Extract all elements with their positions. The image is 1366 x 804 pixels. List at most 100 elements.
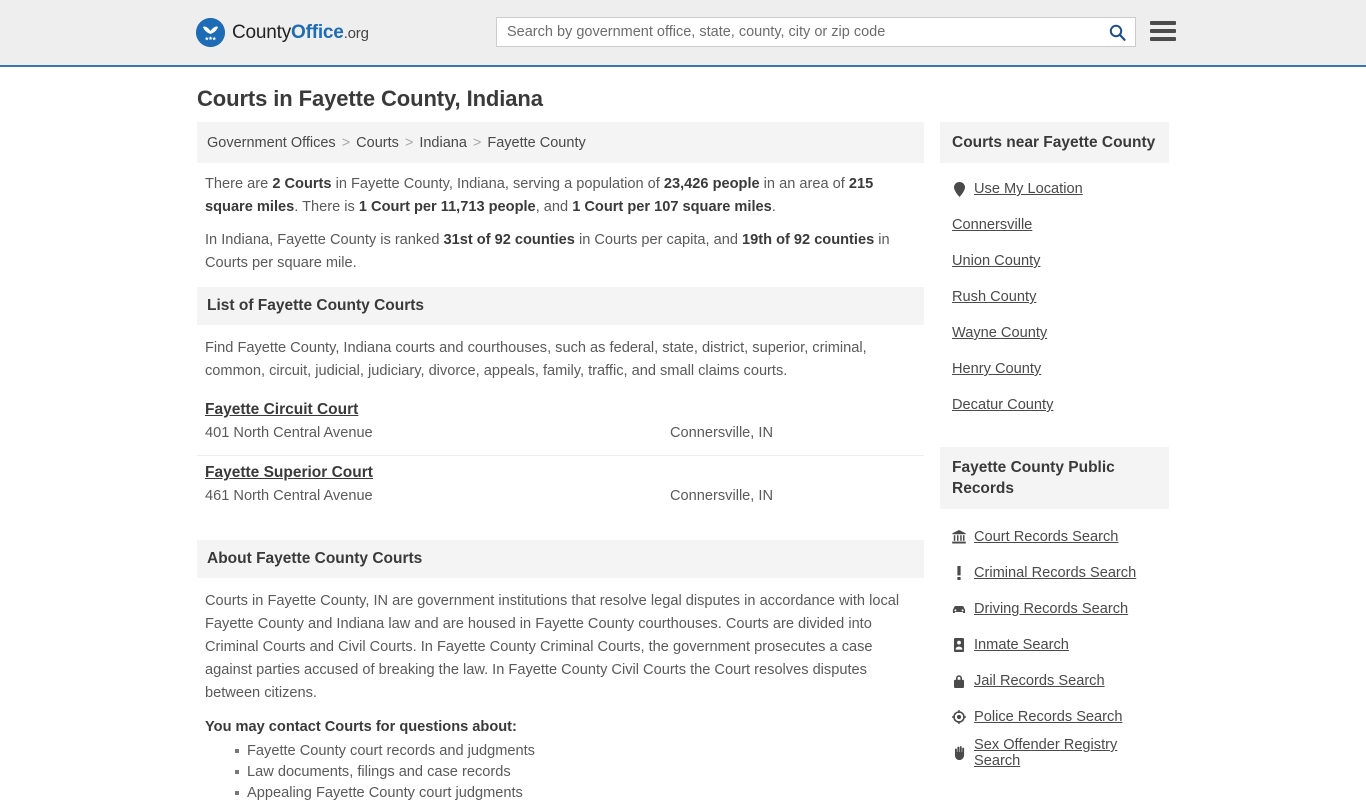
list-item: Law documents, filings and case records (235, 762, 924, 782)
main-column: Government Offices > Courts > Indiana > … (197, 122, 924, 804)
breadcrumb-item-indiana[interactable]: Indiana (419, 135, 467, 151)
intro-text: . There is (294, 199, 359, 215)
hamburger-menu-button[interactable] (1148, 16, 1178, 46)
breadcrumb-separator: > (404, 134, 414, 151)
sidebar-item-henry-county[interactable]: Henry County (952, 351, 1157, 387)
sidebar-link-label[interactable]: Henry County (952, 361, 1041, 377)
stat-courts-per-people: 1 Court per 11,713 people (358, 199, 536, 215)
stat-rank-per-capita: 31st of 92 counties (443, 232, 575, 248)
breadcrumb-item-courts[interactable]: Courts (356, 135, 399, 151)
breadcrumb-separator: > (472, 134, 482, 151)
intro-paragraph-2: In Indiana, Fayette County is ranked 31s… (205, 229, 916, 275)
court-city: Connersville, IN (670, 488, 774, 504)
court-list: Fayette Circuit Court 401 North Central … (197, 393, 924, 518)
sidebar-link-label[interactable]: Connersville (952, 217, 1032, 233)
court-address: 401 North Central Avenue (205, 425, 373, 441)
nearby-courts-heading: Courts near Fayette County (952, 134, 1156, 151)
stat-rank-per-sq-mile: 19th of 92 counties (742, 232, 875, 248)
sidebar-link-label[interactable]: Police Records Search (974, 709, 1122, 725)
breadcrumb-item-government-offices[interactable]: Government Offices (207, 135, 336, 151)
list-section-header: List of Fayette County Courts (197, 287, 924, 325)
sidebar-link-label[interactable]: Driving Records Search (974, 601, 1128, 617)
site-brand-text: CountyOffice.org (232, 22, 369, 44)
intro-text: in Courts per capita, and (574, 232, 743, 248)
sidebar-item-use-my-location[interactable]: Use My Location (952, 171, 1157, 207)
stat-court-count: 2 Courts (272, 176, 332, 192)
intro-text: in Fayette County, Indiana, serving a po… (331, 176, 664, 192)
court-name-link[interactable]: Fayette Superior Court (205, 464, 373, 482)
site-logo-link[interactable]: CountyOffice.org (196, 18, 369, 47)
intro-text: In Indiana, Fayette County is ranked (205, 232, 444, 248)
nearby-courts-header: Courts near Fayette County (940, 122, 1169, 163)
sidebar-item-union-county[interactable]: Union County (952, 243, 1157, 279)
nearby-courts-links: Use My Location Connersville Union Count… (940, 163, 1169, 423)
sidebar-link-label[interactable]: Union County (952, 253, 1040, 269)
content-columns: Government Offices > Courts > Indiana > … (197, 122, 1169, 804)
list-section-body: Find Fayette County, Indiana courts and … (197, 325, 924, 383)
about-section-header: About Fayette County Courts (197, 540, 924, 578)
table-row: Fayette Circuit Court 401 North Central … (197, 393, 924, 456)
search-bar[interactable] (496, 17, 1136, 47)
car-icon (952, 604, 966, 615)
contact-lead-text: You may contact Courts for questions abo… (205, 719, 517, 735)
sidebar-link-label[interactable]: Wayne County (952, 325, 1047, 341)
police-badge-icon (952, 710, 966, 724)
sidebar-link-label[interactable]: Jail Records Search (974, 673, 1105, 689)
public-records-header: Fayette County Public Records (940, 447, 1169, 509)
sidebar-link-label[interactable]: Sex Offender Registry Search (974, 737, 1157, 769)
public-records-block: Fayette County Public Records Court Reco… (940, 447, 1169, 771)
table-row: Fayette Superior Court 461 North Central… (197, 456, 924, 518)
sidebar-link-label[interactable]: Use My Location (974, 181, 1083, 197)
countyoffice-eagle-logo-icon (196, 18, 225, 47)
intro-text: in an area of (759, 176, 849, 192)
hamburger-bar (1150, 37, 1176, 41)
sidebar-link-label[interactable]: Inmate Search (974, 637, 1069, 653)
map-pin-icon (952, 181, 966, 197)
court-name-link[interactable]: Fayette Circuit Court (205, 401, 358, 419)
intro-statistics: There are 2 Courts in Fayette County, In… (197, 163, 924, 275)
sidebar-item-inmate-search[interactable]: Inmate Search (952, 627, 1157, 663)
sidebar-item-connersville[interactable]: Connersville (952, 207, 1157, 243)
list-item: Appealing Fayette County court judgments (235, 783, 924, 803)
public-records-links: Court Records Search Criminal Records Se… (940, 509, 1169, 771)
sidebar-link-label[interactable]: Decatur County (952, 397, 1053, 413)
sidebar: Courts near Fayette County Use My Locati… (940, 122, 1169, 804)
brand-part-county: County (232, 21, 292, 43)
stat-population: 23,426 people (663, 176, 760, 192)
brand-part-org: .org (343, 24, 369, 42)
sidebar-item-wayne-county[interactable]: Wayne County (952, 315, 1157, 351)
sidebar-item-jail-records-search[interactable]: Jail Records Search (952, 663, 1157, 699)
breadcrumb-item-fayette-county[interactable]: Fayette County (487, 135, 585, 151)
sidebar-item-police-records-search[interactable]: Police Records Search (952, 699, 1157, 735)
court-details: 461 North Central Avenue Connersville, I… (205, 485, 916, 508)
sidebar-item-sex-offender-registry-search[interactable]: Sex Offender Registry Search (952, 735, 1157, 771)
about-section-body: Courts in Fayette County, IN are governm… (197, 578, 924, 705)
breadcrumb: Government Offices > Courts > Indiana > … (197, 122, 924, 163)
sidebar-item-court-records-search[interactable]: Court Records Search (952, 519, 1157, 555)
court-city: Connersville, IN (670, 425, 774, 441)
breadcrumb-separator: > (341, 134, 351, 151)
sidebar-link-label[interactable]: Rush County (952, 289, 1036, 305)
search-button[interactable] (1099, 18, 1135, 46)
sidebar-item-decatur-county[interactable]: Decatur County (952, 387, 1157, 423)
sidebar-link-label[interactable]: Court Records Search (974, 529, 1118, 545)
page-title: Courts in Fayette County, Indiana (197, 86, 543, 111)
list-section-heading: List of Fayette County Courts (207, 297, 425, 314)
hamburger-bar (1150, 21, 1176, 25)
about-section-heading: About Fayette County Courts (207, 550, 423, 567)
id-badge-icon (952, 638, 966, 652)
intro-text: , and (535, 199, 573, 215)
courthouse-icon (952, 530, 966, 544)
intro-text: There are (205, 176, 273, 192)
search-icon (1109, 24, 1126, 41)
sidebar-item-rush-county[interactable]: Rush County (952, 279, 1157, 315)
stat-courts-per-area: 1 Court per 107 square miles (572, 199, 772, 215)
brand-part-office: Office (291, 21, 344, 43)
contact-topics-list: Fayette County court records and judgmen… (205, 741, 924, 803)
court-details: 401 North Central Avenue Connersville, I… (205, 422, 916, 445)
intro-text: . (771, 199, 776, 215)
sidebar-item-driving-records-search[interactable]: Driving Records Search (952, 591, 1157, 627)
sidebar-link-label[interactable]: Criminal Records Search (974, 565, 1136, 581)
search-input[interactable] (497, 18, 1099, 46)
sidebar-item-criminal-records-search[interactable]: Criminal Records Search (952, 555, 1157, 591)
